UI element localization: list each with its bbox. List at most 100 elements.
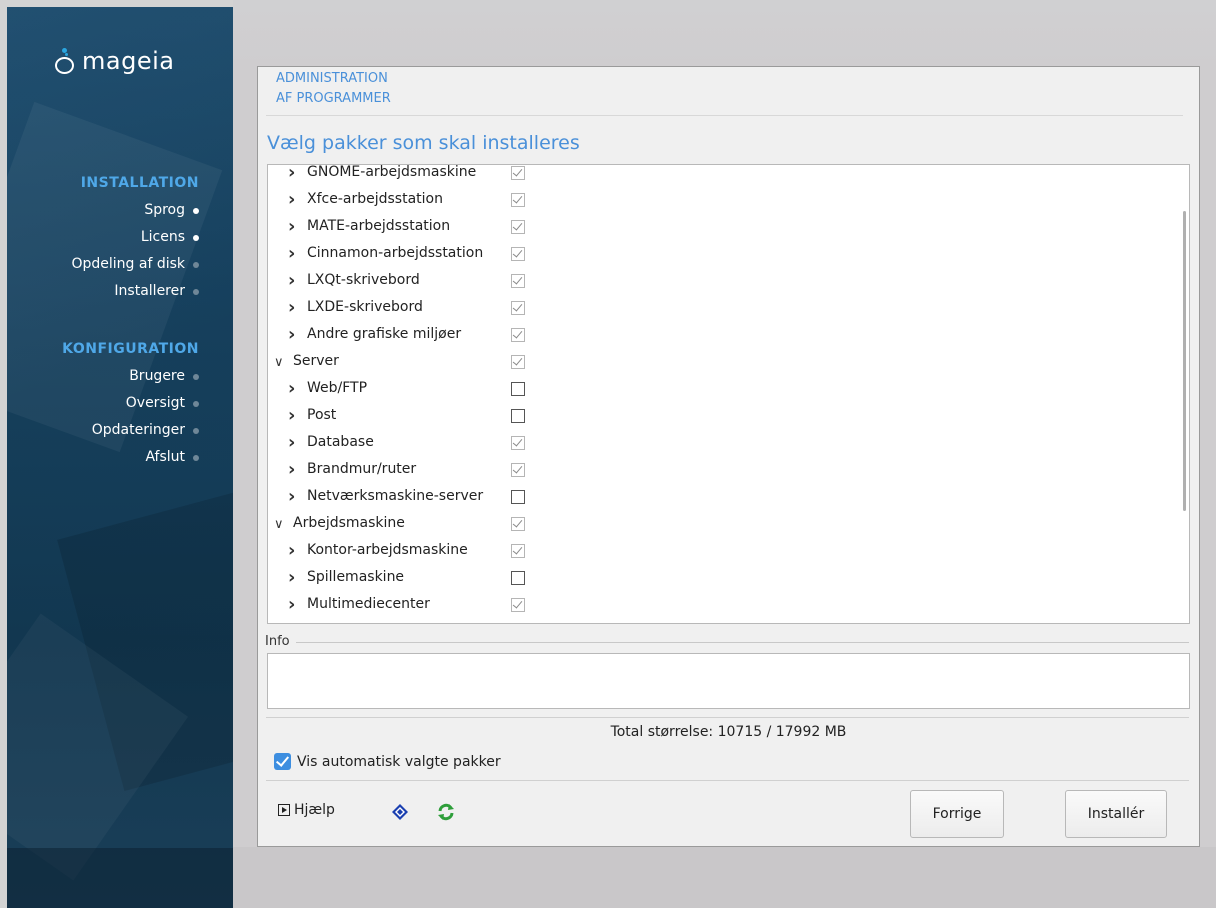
left-frame bbox=[0, 0, 7, 908]
refresh-icon[interactable] bbox=[436, 802, 456, 822]
chevron-right-icon[interactable]: › bbox=[288, 459, 298, 480]
step-installerer: Installerer bbox=[71, 278, 199, 305]
tree-row-label: MATE-arbejdsstation bbox=[307, 218, 451, 234]
tree-row[interactable]: › Brandmur/ruter bbox=[268, 457, 1189, 484]
info-box bbox=[267, 653, 1190, 709]
tree-row[interactable]: › Xfce-arbejdsstation bbox=[268, 187, 1189, 214]
tree-row[interactable]: › LXQt-skrivebord bbox=[268, 268, 1189, 295]
checkbox-checked-icon[interactable] bbox=[511, 247, 525, 261]
dialog-title: Vælg pakker som skal installeres bbox=[267, 132, 580, 154]
checkbox-checked-icon[interactable] bbox=[511, 220, 525, 234]
chevron-down-icon[interactable]: ∨ bbox=[274, 355, 284, 370]
tree-row[interactable]: › Andre grafiske miljøer bbox=[268, 322, 1189, 349]
step-pending-dot-icon bbox=[193, 401, 199, 407]
header-separator bbox=[266, 115, 1183, 116]
package-tree[interactable]: › GNOME-arbejdsmaskine › Xfce-arbejdsstatio… bbox=[267, 164, 1190, 624]
step-pending-dot-icon bbox=[193, 262, 199, 268]
dialog-header: ADMINISTRATION AF PROGRAMMER bbox=[276, 71, 391, 106]
checkbox-checked-icon[interactable] bbox=[511, 274, 525, 288]
chevron-right-icon[interactable]: › bbox=[288, 594, 298, 615]
total-size: Total størrelse: 10715 / 17992 MB bbox=[610, 724, 847, 740]
tree-row-label: Xfce-arbejdsstation bbox=[307, 191, 443, 207]
tree-row[interactable]: ∨ Arbejdsmaskine bbox=[268, 511, 1189, 538]
tree-row-label: GNOME-arbejdsmaskine bbox=[307, 164, 477, 180]
tree-row[interactable]: › GNOME-arbejdsmaskine bbox=[268, 164, 1189, 187]
chevron-right-icon[interactable]: › bbox=[288, 270, 298, 291]
previous-button[interactable]: Forrige bbox=[910, 790, 1004, 838]
auto-select-checkbox[interactable]: Vis automatisk valgte pakker bbox=[274, 753, 501, 770]
tree-row[interactable]: ∨ Server bbox=[268, 349, 1189, 376]
checkbox-checked-icon[interactable] bbox=[511, 463, 525, 477]
chevron-right-icon[interactable]: › bbox=[288, 567, 298, 588]
checkbox-checked-icon[interactable] bbox=[511, 517, 525, 531]
sidebar: mageia INSTALLATION Sprog Licens Opdelin… bbox=[7, 7, 233, 908]
tree-row[interactable]: › Netværksmaskine-server bbox=[268, 484, 1189, 511]
tree-row[interactable]: › Multimediecenter bbox=[268, 592, 1189, 619]
checkbox-unchecked-icon[interactable] bbox=[511, 490, 525, 504]
tree-row[interactable]: › LXDE-skrivebord bbox=[268, 295, 1189, 322]
checkbox-checked-icon[interactable] bbox=[511, 355, 525, 369]
chevron-right-icon[interactable]: › bbox=[288, 540, 298, 561]
tree-row[interactable]: › Spillemaskine bbox=[268, 565, 1189, 592]
tree-row-label: LXQt-skrivebord bbox=[307, 272, 420, 288]
step-opdeling: Opdeling af disk bbox=[71, 251, 199, 278]
checkbox-checked-icon[interactable] bbox=[511, 193, 525, 207]
tree-row-label: Multimediecenter bbox=[307, 596, 430, 612]
help-button[interactable]: Hjælp bbox=[278, 802, 335, 818]
tree-row[interactable]: › Database bbox=[268, 430, 1189, 457]
step-pending-dot-icon bbox=[193, 289, 199, 295]
tree-row-label: Database bbox=[307, 434, 374, 450]
checkbox-unchecked-icon[interactable] bbox=[511, 409, 525, 423]
tree-row[interactable]: › Web/FTP bbox=[268, 376, 1189, 403]
auto-select-label: Vis automatisk valgte pakker bbox=[297, 753, 501, 770]
chevron-right-icon[interactable]: › bbox=[288, 378, 298, 399]
logo-text: mageia bbox=[82, 47, 175, 75]
tree-row[interactable]: › Kontor-arbejdsmaskine bbox=[268, 538, 1189, 565]
separator bbox=[266, 780, 1189, 781]
chevron-down-icon[interactable]: ∨ bbox=[274, 517, 284, 532]
tree-row-label: Web/FTP bbox=[307, 380, 368, 396]
left-gap bbox=[233, 66, 257, 847]
chevron-right-icon[interactable]: › bbox=[288, 243, 298, 264]
chevron-right-icon[interactable]: › bbox=[288, 432, 298, 453]
checkbox-checked-icon[interactable] bbox=[511, 598, 525, 612]
step-licens: Licens bbox=[71, 224, 199, 251]
section-title-installation: INSTALLATION bbox=[80, 175, 199, 191]
checkbox-checked-icon[interactable] bbox=[511, 166, 525, 180]
chevron-right-icon[interactable]: › bbox=[288, 165, 298, 183]
tree-row[interactable]: › Post bbox=[268, 403, 1189, 430]
chevron-right-icon[interactable]: › bbox=[288, 189, 298, 210]
tree-row-label: LXDE-skrivebord bbox=[307, 299, 423, 315]
checkbox-unchecked-icon[interactable] bbox=[511, 571, 525, 585]
chevron-right-icon[interactable]: › bbox=[288, 486, 298, 507]
checkbox-checked-icon[interactable] bbox=[511, 301, 525, 315]
tree-row[interactable]: › MATE-arbejdsstation bbox=[268, 214, 1189, 241]
tree-row[interactable]: › Cinnamon-arbejdsstation bbox=[268, 241, 1189, 268]
tree-scrollbar[interactable] bbox=[1183, 211, 1186, 511]
expand-triangle-icon bbox=[278, 804, 290, 816]
tree-row-label: Andre grafiske miljøer bbox=[307, 326, 462, 342]
tree-row-label: Spillemaskine bbox=[307, 569, 405, 585]
step-opdateringer: Opdateringer bbox=[62, 417, 199, 444]
package-dialog: ADMINISTRATION AF PROGRAMMER Vælg pakker… bbox=[257, 66, 1200, 847]
save-selection-icon[interactable] bbox=[392, 804, 408, 820]
chevron-right-icon[interactable]: › bbox=[288, 297, 298, 318]
checkbox-checked-icon[interactable] bbox=[511, 544, 525, 558]
step-done-dot-icon bbox=[193, 208, 199, 214]
chevron-right-icon[interactable]: › bbox=[288, 324, 298, 345]
bottom-band bbox=[233, 847, 1216, 908]
section-title-konfiguration: KONFIGURATION bbox=[62, 341, 199, 357]
steps-konfiguration: KONFIGURATION Brugere Oversigt Opdaterin… bbox=[62, 336, 199, 471]
steps-installation: INSTALLATION Sprog Licens Opdeling af di… bbox=[71, 170, 199, 305]
step-afslut: Afslut bbox=[62, 444, 199, 471]
chevron-right-icon[interactable]: › bbox=[288, 216, 298, 237]
tree-row-label: Brandmur/ruter bbox=[307, 461, 417, 477]
tree-row-label: Cinnamon-arbejdsstation bbox=[307, 245, 484, 261]
checkbox-checked-icon[interactable] bbox=[511, 436, 525, 450]
checkbox-unchecked-icon[interactable] bbox=[511, 382, 525, 396]
checkbox-checked-icon[interactable] bbox=[274, 753, 291, 770]
checkbox-checked-icon[interactable] bbox=[511, 328, 525, 342]
chevron-right-icon[interactable]: › bbox=[288, 405, 298, 426]
help-label: Hjælp bbox=[294, 802, 335, 818]
install-button[interactable]: Installér bbox=[1065, 790, 1167, 838]
